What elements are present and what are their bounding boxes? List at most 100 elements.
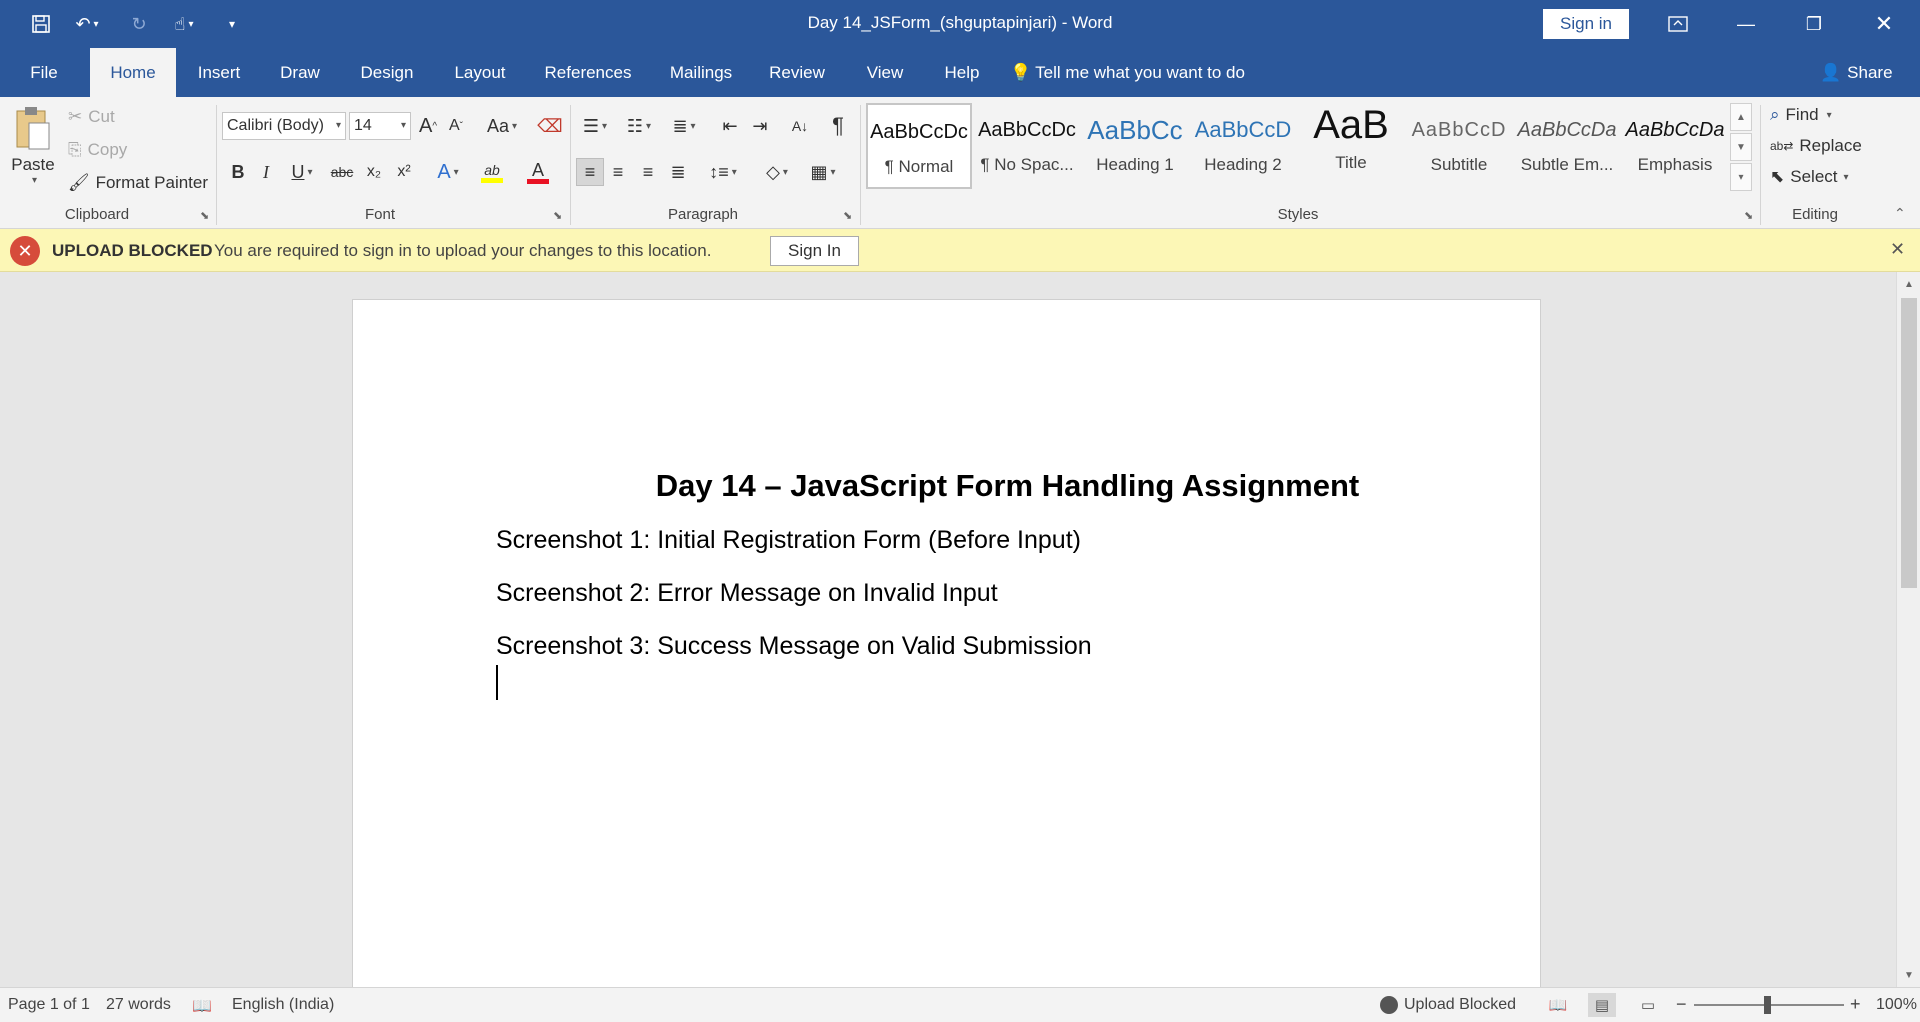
bold-button[interactable]: B bbox=[224, 158, 252, 186]
shading-button[interactable]: ◇ ▾ bbox=[756, 158, 798, 186]
replace-button[interactable]: ab⇄ Replace bbox=[1770, 136, 1862, 156]
strikethrough-button[interactable]: abc bbox=[328, 158, 356, 186]
ribbon-display-options-icon[interactable] bbox=[1648, 0, 1708, 48]
italic-button[interactable]: I bbox=[252, 158, 280, 186]
zoom-level[interactable]: 100% bbox=[1876, 996, 1917, 1014]
paragraph-launcher-icon[interactable]: ⬊ bbox=[843, 209, 852, 222]
bullets-button[interactable]: ☰ ▾ bbox=[576, 112, 614, 140]
paste-button[interactable]: Paste ▾ bbox=[10, 105, 56, 195]
scroll-up-icon[interactable]: ▲ bbox=[1897, 274, 1920, 294]
share-button[interactable]: 👤 Share bbox=[1820, 48, 1893, 97]
font-color-button[interactable]: A bbox=[518, 158, 558, 186]
message-heading: UPLOAD BLOCKED bbox=[52, 241, 213, 260]
font-size-select[interactable]: 14 ▾ bbox=[349, 112, 411, 140]
close-icon[interactable]: ✕ bbox=[1890, 239, 1905, 260]
tab-help[interactable]: Help bbox=[939, 48, 985, 97]
style-name: Heading 2 bbox=[1204, 155, 1282, 174]
font-family-select[interactable]: Calibri (Body) ▾ bbox=[222, 112, 346, 140]
zoom-slider-thumb[interactable] bbox=[1764, 996, 1771, 1014]
underline-icon: U bbox=[291, 161, 305, 182]
increase-indent-icon[interactable]: ⇥ bbox=[746, 112, 774, 140]
style-emphasis[interactable]: AaBbCcDa Emphasis bbox=[1622, 103, 1728, 189]
find-button[interactable]: ⌕ Find ▾ bbox=[1770, 105, 1832, 125]
subscript-button[interactable]: x₂ bbox=[360, 158, 388, 186]
paste-dropdown-icon[interactable]: ▾ bbox=[32, 175, 37, 186]
superscript-button[interactable]: x² bbox=[390, 158, 418, 186]
tab-insert[interactable]: Insert bbox=[190, 48, 248, 97]
style-preview: AaBbCcDa bbox=[1625, 119, 1725, 141]
grow-font-button[interactable]: A ^ bbox=[414, 112, 442, 140]
tab-view[interactable]: View bbox=[859, 48, 911, 97]
shrink-font-button[interactable]: Aˇ bbox=[442, 112, 470, 140]
tab-design[interactable]: Design bbox=[352, 48, 422, 97]
cut-button[interactable]: ✂ Cut bbox=[68, 107, 115, 127]
bullets-icon: ☰ bbox=[582, 115, 600, 136]
tab-mailings[interactable]: Mailings bbox=[664, 48, 738, 97]
align-right-icon[interactable]: ≡ bbox=[634, 158, 662, 186]
collapse-ribbon-icon[interactable]: ⌃ bbox=[1894, 205, 1906, 222]
borders-button[interactable]: ▦ ▾ bbox=[802, 158, 844, 186]
minimize-icon[interactable]: — bbox=[1716, 0, 1776, 48]
message-sign-in-button[interactable]: Sign In bbox=[770, 236, 859, 266]
document-page[interactable]: Day 14 – JavaScript Form Handling Assign… bbox=[352, 299, 1541, 987]
style-subtle-emphasis[interactable]: AaBbCcDa Subtle Em... bbox=[1514, 103, 1620, 189]
error-icon: ✕ bbox=[10, 236, 40, 266]
tab-review[interactable]: Review bbox=[766, 48, 828, 97]
decrease-indent-icon[interactable]: ⇤ bbox=[716, 112, 744, 140]
change-case-button[interactable]: Aa ▾ bbox=[482, 112, 522, 140]
web-layout-icon[interactable]: ▭ bbox=[1634, 993, 1662, 1017]
clipboard-launcher-icon[interactable]: ⬊ bbox=[200, 209, 209, 222]
underline-button[interactable]: U ▾ bbox=[282, 158, 322, 186]
tab-home[interactable]: Home bbox=[90, 48, 176, 97]
align-center-icon[interactable]: ≡ bbox=[604, 158, 632, 186]
font-launcher-icon[interactable]: ⬊ bbox=[553, 209, 562, 222]
text-cursor bbox=[496, 665, 498, 700]
style-subtitle[interactable]: AaBbCcD Subtitle bbox=[1406, 103, 1512, 189]
style-heading-2[interactable]: AaBbCcD Heading 2 bbox=[1190, 103, 1296, 189]
format-painter-button[interactable]: 🖌 Format Painter bbox=[68, 173, 208, 193]
styles-launcher-icon[interactable]: ⬊ bbox=[1744, 209, 1753, 222]
justify-icon[interactable]: ≣ bbox=[664, 158, 692, 186]
tell-me-search[interactable]: 💡 Tell me what you want to do bbox=[1010, 48, 1245, 97]
proofing-icon[interactable]: 📖 bbox=[192, 996, 212, 1016]
style-heading-1[interactable]: AaBbCc Heading 1 bbox=[1082, 103, 1188, 189]
page-count[interactable]: Page 1 of 1 bbox=[8, 996, 90, 1014]
upload-status[interactable]: Upload Blocked bbox=[1380, 996, 1516, 1014]
style-normal[interactable]: AaBbCcDc ¶ Normal bbox=[866, 103, 972, 189]
line-spacing-button[interactable]: ↕≡ ▾ bbox=[702, 158, 744, 186]
print-layout-icon[interactable]: ▤ bbox=[1588, 993, 1616, 1017]
select-button[interactable]: ⬉ Select ▾ bbox=[1770, 167, 1849, 187]
gallery-more-icon[interactable]: ▾ bbox=[1730, 163, 1752, 191]
sort-icon[interactable]: A↓ bbox=[786, 112, 814, 140]
multilevel-list-button[interactable]: ≣ ▾ bbox=[664, 112, 704, 140]
tab-file[interactable]: File bbox=[18, 48, 70, 97]
show-formatting-button[interactable]: ¶ bbox=[824, 112, 852, 140]
tab-references[interactable]: References bbox=[540, 48, 636, 97]
sign-in-button[interactable]: Sign in bbox=[1543, 9, 1629, 39]
language[interactable]: English (India) bbox=[232, 996, 334, 1014]
highlight-button[interactable]: ab bbox=[472, 158, 512, 186]
close-icon[interactable]: ✕ bbox=[1854, 0, 1914, 48]
scrollbar-thumb[interactable] bbox=[1901, 298, 1917, 588]
clear-formatting-icon[interactable]: ⌫ bbox=[536, 112, 564, 140]
gallery-scroll-down-icon[interactable]: ▼ bbox=[1730, 133, 1752, 161]
tab-layout[interactable]: Layout bbox=[449, 48, 511, 97]
word-count[interactable]: 27 words bbox=[106, 996, 171, 1014]
style-title[interactable]: AaB Title bbox=[1298, 103, 1404, 189]
vertical-scrollbar[interactable]: ▲ ▼ bbox=[1896, 272, 1920, 987]
highlighter-icon: ab bbox=[484, 161, 500, 178]
text-effects-button[interactable]: A ▾ bbox=[428, 158, 468, 186]
restore-icon[interactable]: ❐ bbox=[1784, 0, 1844, 48]
gallery-scroll-up-icon[interactable]: ▲ bbox=[1730, 103, 1752, 131]
style-preview: AaBbCcDc bbox=[978, 119, 1076, 141]
copy-button[interactable]: ⎘ Copy bbox=[68, 140, 127, 160]
numbering-button[interactable]: ☷ ▾ bbox=[620, 112, 658, 140]
tab-draw[interactable]: Draw bbox=[275, 48, 325, 97]
document-area: Day 14 – JavaScript Form Handling Assign… bbox=[0, 272, 1896, 987]
read-mode-icon[interactable]: 📖 bbox=[1544, 993, 1572, 1017]
zoom-out-button[interactable]: − bbox=[1676, 994, 1687, 1015]
scroll-down-icon[interactable]: ▼ bbox=[1897, 965, 1920, 985]
style-no-spacing[interactable]: AaBbCcDc ¶ No Spac... bbox=[974, 103, 1080, 189]
zoom-in-button[interactable]: + bbox=[1850, 994, 1861, 1015]
align-left-icon[interactable]: ≡ bbox=[576, 158, 604, 186]
